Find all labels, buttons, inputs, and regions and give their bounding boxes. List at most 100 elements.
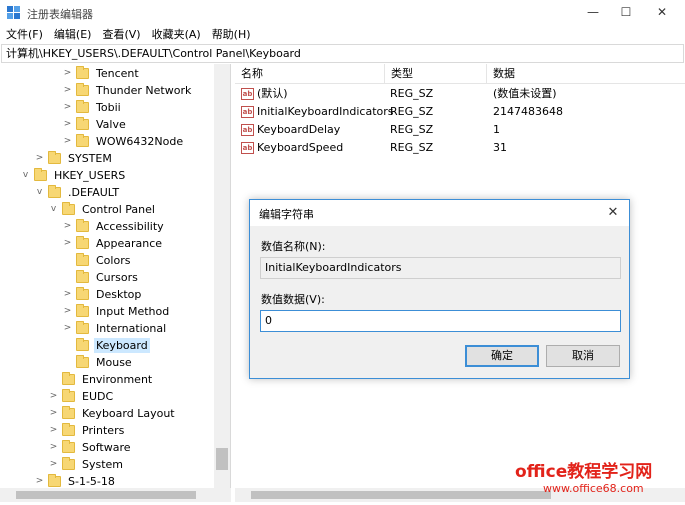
tree-item-tencent[interactable]: > Tencent: [62, 65, 141, 82]
value-data-input[interactable]: 0: [260, 310, 621, 332]
tree-item-label: Desktop: [96, 288, 142, 301]
folder-icon: [76, 270, 89, 283]
column-header-type[interactable]: 类型: [385, 64, 487, 84]
list-row[interactable]: ab InitialKeyboardIndicators REG_SZ 2147…: [235, 103, 685, 121]
chevron-right-icon[interactable]: >: [48, 425, 59, 436]
chevron-right-icon[interactable]: >: [62, 238, 73, 249]
tree-item-default[interactable]: v .DEFAULT: [34, 184, 121, 201]
tree-item-label: Valve: [96, 118, 126, 131]
minimize-button[interactable]: —: [576, 0, 610, 26]
tree-item-label: Colors: [96, 254, 131, 267]
tree-item-system-hive[interactable]: > SYSTEM: [34, 150, 114, 167]
menu-file[interactable]: 文件(F): [6, 26, 43, 44]
menu-help[interactable]: 帮助(H): [212, 26, 251, 44]
tree-item-valve[interactable]: > Valve: [62, 116, 128, 133]
chevron-down-icon[interactable]: v: [48, 204, 59, 215]
title-bar: 注册表编辑器 — ☐ ✕: [0, 0, 685, 26]
value-name: InitialKeyboardIndicators: [257, 105, 394, 118]
value-name-field: InitialKeyboardIndicators: [260, 257, 621, 279]
tree-item-accessibility[interactable]: > Accessibility: [62, 218, 166, 235]
address-bar[interactable]: 计算机\HKEY_USERS\.DEFAULT\Control Panel\Ke…: [1, 44, 684, 63]
column-header-data[interactable]: 数据: [487, 64, 685, 84]
tree-item-mouse[interactable]: Mouse: [62, 354, 134, 371]
list-row[interactable]: ab (默认) REG_SZ (数值未设置): [235, 85, 685, 103]
tree-item-environment[interactable]: Environment: [48, 371, 154, 388]
folder-icon: [48, 474, 61, 487]
tree-item-colors[interactable]: Colors: [62, 252, 132, 269]
value-type: REG_SZ: [390, 123, 434, 136]
window-title: 注册表编辑器: [27, 8, 93, 21]
tree-item-keyboard[interactable]: Keyboard: [62, 337, 150, 354]
tree-item-label: System: [82, 458, 124, 471]
scrollbar-thumb[interactable]: [16, 491, 196, 499]
chevron-right-icon[interactable]: >: [62, 119, 73, 130]
value-data-label: 数值数据(V):: [261, 293, 325, 306]
edit-string-dialog: 编辑字符串 ✕ 数值名称(N): InitialKeyboardIndicato…: [249, 199, 630, 379]
chevron-right-icon[interactable]: >: [62, 221, 73, 232]
chevron-right-icon[interactable]: >: [62, 102, 73, 113]
tree-item-system[interactable]: > System: [48, 456, 125, 473]
tree-item-appearance[interactable]: > Appearance: [62, 235, 164, 252]
tree-item-control-panel[interactable]: v Control Panel: [48, 201, 157, 218]
tree-item-label: EUDC: [82, 390, 114, 403]
tree-item-input-method[interactable]: > Input Method: [62, 303, 171, 320]
value-name-label: 数值名称(N):: [261, 240, 326, 253]
chevron-right-icon[interactable]: >: [48, 459, 59, 470]
tree-item-eudc[interactable]: > EUDC: [48, 388, 115, 405]
folder-icon: [62, 389, 75, 402]
scrollbar-thumb[interactable]: [216, 448, 228, 470]
tree-item-software[interactable]: > Software: [48, 439, 133, 456]
list-row[interactable]: ab KeyboardSpeed REG_SZ 31: [235, 139, 685, 157]
tree-item-wow6432node[interactable]: > WOW6432Node: [62, 133, 185, 150]
tree-horizontal-scrollbar[interactable]: [0, 488, 231, 502]
tree-vertical-scrollbar[interactable]: [214, 64, 230, 494]
folder-icon: [76, 117, 89, 130]
key-tree[interactable]: > Tencent > Thunder Network > Tobii > Va…: [0, 64, 231, 500]
chevron-down-icon[interactable]: v: [34, 187, 45, 198]
chevron-right-icon[interactable]: >: [48, 408, 59, 419]
tree-item-international[interactable]: > International: [62, 320, 168, 337]
tree-item-label: Tobii: [96, 101, 121, 114]
chevron-down-icon[interactable]: v: [20, 170, 31, 181]
folder-icon: [76, 355, 89, 368]
tree-item-printers[interactable]: > Printers: [48, 422, 126, 439]
maximize-button[interactable]: ☐: [609, 0, 643, 26]
tree-item-cursors[interactable]: Cursors: [62, 269, 140, 286]
dialog-title-bar: 编辑字符串 ✕: [250, 200, 629, 226]
value-type: REG_SZ: [390, 87, 434, 100]
tree-item-thunder-network[interactable]: > Thunder Network: [62, 82, 193, 99]
list-header: 名称 类型 数据: [235, 64, 685, 84]
chevron-right-icon[interactable]: >: [48, 442, 59, 453]
chevron-right-icon[interactable]: >: [62, 289, 73, 300]
folder-open-icon: [76, 338, 89, 351]
menu-edit[interactable]: 编辑(E): [54, 26, 92, 44]
menu-view[interactable]: 查看(V): [102, 26, 140, 44]
chevron-right-icon[interactable]: >: [48, 391, 59, 402]
list-row[interactable]: ab KeyboardDelay REG_SZ 1: [235, 121, 685, 139]
close-button[interactable]: ✕: [645, 0, 679, 26]
chevron-right-icon[interactable]: >: [34, 153, 45, 164]
chevron-right-icon[interactable]: >: [62, 85, 73, 96]
chevron-right-icon[interactable]: >: [34, 476, 45, 487]
chevron-right-icon[interactable]: >: [62, 136, 73, 147]
tree-item-keyboard-layout[interactable]: > Keyboard Layout: [48, 405, 177, 422]
folder-icon: [76, 304, 89, 317]
cancel-button[interactable]: 取消: [546, 345, 620, 367]
tree-item-label: HKEY_USERS: [54, 169, 126, 182]
menu-favorites[interactable]: 收藏夹(A): [152, 26, 201, 44]
chevron-right-icon[interactable]: >: [62, 306, 73, 317]
tree-item-label: Cursors: [96, 271, 138, 284]
tree-item-hkey-users[interactable]: v HKEY_USERS: [20, 167, 127, 184]
column-header-name[interactable]: 名称: [235, 64, 385, 84]
dialog-close-button[interactable]: ✕: [603, 203, 623, 223]
watermark-url: www.office68.com: [543, 482, 644, 495]
value-type: REG_SZ: [390, 141, 434, 154]
chevron-right-icon[interactable]: >: [62, 323, 73, 334]
scrollbar-thumb[interactable]: [251, 491, 551, 499]
tree-item-tobii[interactable]: > Tobii: [62, 99, 123, 116]
ok-button[interactable]: 确定: [465, 345, 539, 367]
tree-item-desktop[interactable]: > Desktop: [62, 286, 143, 303]
chevron-right-icon[interactable]: >: [62, 68, 73, 79]
